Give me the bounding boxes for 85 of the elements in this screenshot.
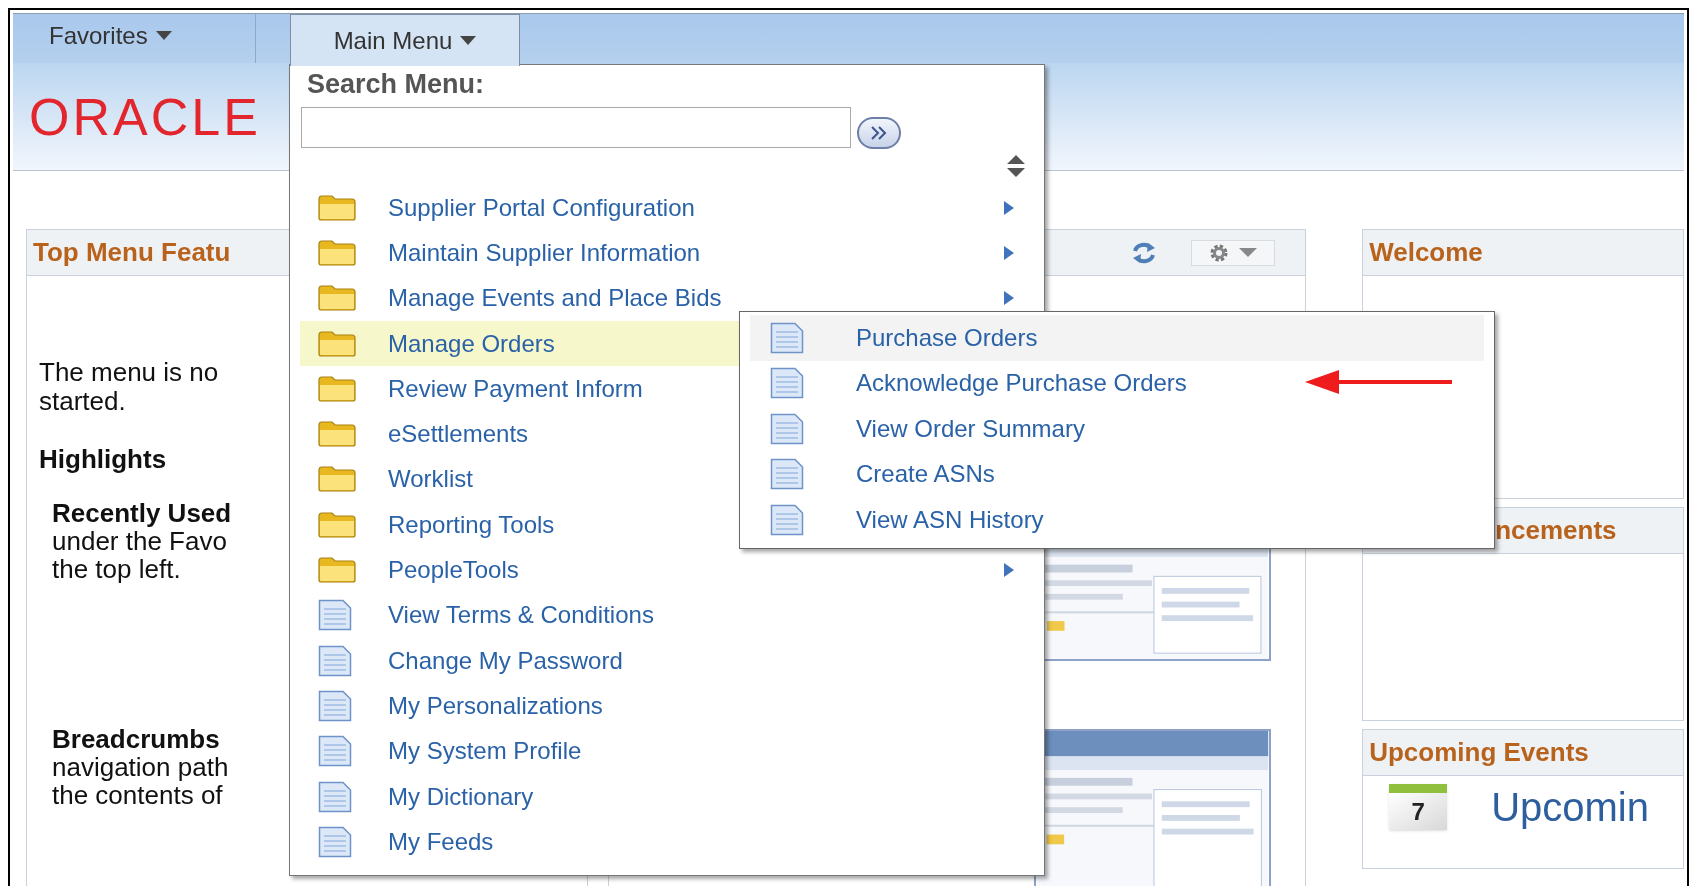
submenu-arrow-icon [1004,563,1014,577]
menu-item-label: Manage Orders [388,328,555,359]
menu-item[interactable]: My Dictionary [300,773,1034,820]
page-icon [770,412,804,445]
menu-tab[interactable]: Favorites [25,10,196,63]
folder-icon [318,375,356,402]
menu-item-label: Create ASNs [856,459,995,490]
menu-item-label: View ASN History [856,504,1044,535]
menu-item-label: Change My Password [388,645,623,676]
page-icon [318,780,352,813]
folder-icon [318,421,356,448]
menu-item[interactable]: View Terms & Conditions [300,592,1034,638]
events-text: Upcomin [1491,787,1649,827]
body-text: under the Favo [52,527,227,555]
menu-item-label: My Dictionary [388,781,534,812]
menu-item[interactable]: My System Profile [300,728,1034,774]
settings-dropdown[interactable] [1191,239,1276,266]
body-text: The menu is no [39,358,219,387]
settings-icon [1209,242,1230,263]
menu-item-label: View Order Summary [856,413,1085,444]
menu-item-label: Maintain Supplier Information [388,237,701,268]
page-icon [770,458,804,491]
folder-icon [318,239,356,266]
feature-title: Breadcrumbs [52,725,220,753]
folder-icon [318,194,356,221]
sort-icon[interactable] [1006,155,1026,177]
menu-item[interactable]: View Order Summary [750,406,1484,452]
menu-item-label: Supplier Portal Configuration [388,192,695,223]
page-icon [318,599,352,632]
menu-item-label: Acknowledge Purchase Orders [856,368,1187,399]
feature-title: Recently Used [52,499,232,527]
menu-item[interactable]: My Feeds [300,819,1034,865]
folder-icon [318,466,356,493]
body-text: the top left. [52,555,181,583]
page-icon [770,367,804,400]
menu-item[interactable]: Maintain Supplier Information [300,230,1034,276]
panel-title: ncements [1495,514,1617,547]
menu-item[interactable]: PeopleTools [300,547,1034,593]
submenu-arrow-icon [1004,291,1014,306]
caret-icon [460,36,477,45]
menu-item-label: Manage Events and Place Bids [388,283,722,314]
page-icon [318,689,352,722]
folder-icon [318,330,356,357]
double-chevron-icon [869,126,889,140]
menu-item-label: Worklist [388,464,473,495]
go-button[interactable] [857,117,901,149]
menu-item[interactable]: Supplier Portal Configuration [300,185,1034,231]
menu-item[interactable]: Purchase Orders [750,315,1484,361]
page-icon [318,735,352,768]
search-field[interactable] [301,106,851,148]
page-icon [770,321,804,354]
page-icon [770,503,804,536]
menu-item-label: eSettlements [388,419,529,450]
menu-item-label: PeopleTools [388,555,519,585]
menu-item-label: My Personalizations [388,690,603,721]
submenu-arrow-icon [1004,245,1014,260]
page-icon [318,825,352,858]
search-menu-label: Search Menu: [307,68,486,100]
section-heading: Highlights [39,443,167,476]
menu-item-label: Review Payment Inform [388,373,643,404]
menu-item-label: Reporting Tools [388,509,555,540]
caret-icon [1239,248,1258,257]
menu-item[interactable]: View ASN History [750,497,1484,543]
menu-tab[interactable]: Main Menu [290,14,520,66]
brand-logo: ORACLE [29,90,261,143]
refresh-icon[interactable] [1131,241,1158,264]
menu-item[interactable]: Create ASNs [750,451,1484,497]
submenu-arrow-icon [1004,200,1014,215]
body-text: navigation path [52,753,229,781]
folder-icon [318,557,356,583]
panel-title: Top Menu Featu [33,236,231,269]
folder-icon [318,511,356,538]
panel-title: Upcoming Events [1369,736,1589,769]
menu-item[interactable]: Change My Password [300,637,1034,684]
panel-title: Welcome [1369,236,1483,269]
calendar-badge: 7 [1389,784,1448,830]
folder-icon [318,285,356,312]
page-icon [318,644,352,677]
caret-icon [155,31,172,40]
menu-item-label: My Feeds [388,826,494,857]
menu-item-label: My System Profile [388,736,582,767]
body-text: the contents of [52,781,223,809]
body-text: started. [39,387,126,416]
menu-item-label: View Terms & Conditions [388,600,654,631]
menu-item[interactable]: My Personalizations [300,683,1034,729]
